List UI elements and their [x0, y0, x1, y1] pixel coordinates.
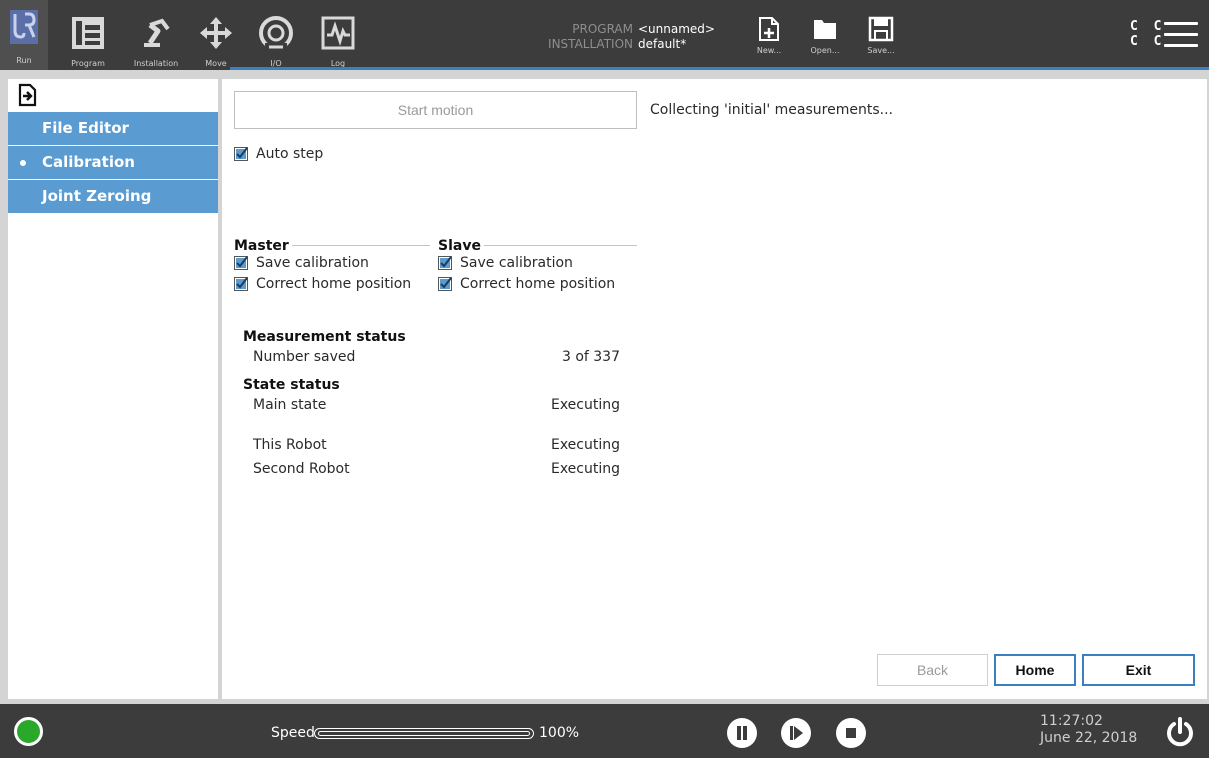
- auto-step-checkbox[interactable]: [234, 147, 248, 161]
- master-correct-home-label: Correct home position: [256, 276, 412, 292]
- folder-icon: [814, 20, 836, 39]
- open-file-label: Open...: [810, 46, 840, 55]
- slave-divider: [484, 245, 637, 246]
- clock-date: June 22, 2018: [1040, 730, 1138, 746]
- auto-step-label: Auto step: [256, 146, 324, 162]
- slave-save-calibration-checkbox[interactable]: [438, 256, 452, 270]
- selected-dot-icon: [20, 160, 26, 166]
- exit-button[interactable]: Exit: [1082, 654, 1195, 686]
- installation-value: default*: [638, 37, 687, 51]
- clock-time: 11:27:02: [1040, 713, 1103, 729]
- sidebar-item-calibration[interactable]: Calibration: [8, 146, 218, 179]
- sidebar-item-file-editor[interactable]: File Editor: [8, 112, 218, 145]
- nav-io-button[interactable]: I/O: [252, 0, 300, 70]
- nav-program-button[interactable]: Program: [58, 0, 118, 70]
- save-file-label: Save...: [867, 46, 895, 55]
- number-saved-value: 3 of 337: [561, 349, 620, 365]
- program-info: PROGRAM <unnamed> INSTALLATION default*: [520, 22, 715, 52]
- move-arrows-icon: [196, 14, 236, 52]
- hamburger-menu-icon[interactable]: [1164, 22, 1198, 48]
- cc-top: C C: [1130, 19, 1166, 34]
- master-save-calibration-label: Save calibration: [256, 255, 369, 271]
- master-save-calibration-checkbox[interactable]: [234, 256, 248, 270]
- nav-move-button[interactable]: Move: [194, 0, 238, 70]
- new-file-label: New...: [756, 46, 782, 55]
- stop-button[interactable]: [836, 718, 866, 748]
- back-button[interactable]: Back: [877, 654, 988, 686]
- nav-installation-label: Installation: [133, 59, 179, 68]
- step-icon: [790, 726, 803, 740]
- footer-bar: Speed 100% 11:27:02 June 22, 2018: [0, 704, 1209, 758]
- sidebar-item-label: Joint Zeroing: [42, 187, 152, 205]
- speed-slider[interactable]: [314, 728, 534, 739]
- program-icon: [68, 14, 108, 52]
- this-robot-value: Executing: [550, 437, 620, 453]
- installation-key: INSTALLATION: [548, 37, 633, 51]
- home-button[interactable]: Home: [994, 654, 1076, 686]
- save-file-button[interactable]: Save...: [858, 16, 904, 55]
- speed-value: 100%: [539, 725, 580, 741]
- robot-arm-icon: [136, 14, 176, 52]
- start-motion-button[interactable]: Start motion: [234, 91, 637, 129]
- robot-status-indicator[interactable]: C C C C: [1130, 19, 1165, 49]
- pause-icon: [737, 726, 747, 740]
- log-icon: [318, 14, 358, 52]
- clock: 11:27:02 June 22, 2018: [1040, 713, 1137, 747]
- main-state-label: Main state: [253, 397, 327, 413]
- master-correct-home-checkbox[interactable]: [234, 277, 248, 291]
- speed-label: Speed: [271, 725, 315, 741]
- ur-logo-icon: [4, 8, 44, 46]
- save-icon: [868, 16, 894, 42]
- number-saved-label: Number saved: [253, 349, 356, 365]
- measurement-status-title: Measurement status: [243, 329, 406, 345]
- sidebar-item-label: Calibration: [42, 153, 135, 171]
- master-divider: [292, 245, 430, 246]
- speed-slider-fill: [318, 731, 530, 736]
- new-file-icon: [759, 17, 779, 41]
- top-bar: Run Program Installation Move I/O Log PR…: [0, 0, 1209, 70]
- stop-icon: [846, 728, 856, 738]
- main-panel: [222, 79, 1207, 699]
- cc-bottom: C C: [1130, 34, 1166, 49]
- program-key: PROGRAM: [572, 22, 633, 36]
- step-button[interactable]: [781, 718, 811, 748]
- nav-log-button[interactable]: Log: [314, 0, 362, 70]
- master-title: Master: [234, 238, 289, 254]
- collecting-status-text: Collecting 'initial' measurements...: [650, 102, 893, 118]
- program-value: <unnamed>: [638, 22, 715, 36]
- robot-status-led[interactable]: [14, 717, 43, 746]
- nav-move-label: Move: [205, 59, 227, 68]
- top-accent-line: [230, 67, 1209, 70]
- app-window: Run Program Installation Move I/O Log PR…: [0, 0, 1209, 758]
- second-robot-label: Second Robot: [253, 461, 350, 477]
- this-robot-label: This Robot: [253, 437, 327, 453]
- nav-run-button[interactable]: Run: [0, 0, 48, 70]
- slave-save-calibration-label: Save calibration: [460, 255, 573, 271]
- main-state-value: Executing: [550, 397, 620, 413]
- nav-installation-button[interactable]: Installation: [126, 0, 186, 70]
- slave-correct-home-label: Correct home position: [460, 276, 616, 292]
- state-status-title: State status: [243, 377, 340, 393]
- sidebar-item-joint-zeroing[interactable]: Joint Zeroing: [8, 180, 218, 213]
- nav-run-label: Run: [16, 56, 32, 65]
- sidebar-item-label: File Editor: [42, 119, 129, 137]
- pause-button[interactable]: [727, 718, 757, 748]
- power-icon[interactable]: [1164, 716, 1196, 748]
- new-file-button[interactable]: New...: [746, 16, 792, 55]
- open-file-button[interactable]: Open...: [802, 16, 848, 55]
- nav-program-label: Program: [71, 59, 105, 68]
- slave-title: Slave: [438, 238, 481, 254]
- slave-correct-home-checkbox[interactable]: [438, 277, 452, 291]
- io-icon: [256, 14, 296, 52]
- exit-door-icon[interactable]: [18, 83, 38, 107]
- second-robot-value: Executing: [550, 461, 620, 477]
